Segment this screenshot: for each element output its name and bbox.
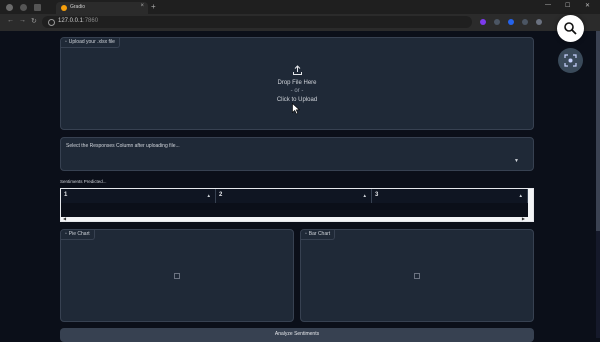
gradio-favicon-icon [61,5,67,11]
search-icon [564,22,577,35]
bar-chart-panel: ▫ Bar Chart [300,229,534,322]
sort-icon[interactable]: ▲ [363,193,367,198]
bar-chart-label: ▫ Bar Chart [301,230,336,240]
upload-icon [293,65,302,75]
empty-image-icon [174,272,180,279]
table-header-cell[interactable]: 2 ▲ [216,189,372,203]
table-header-cell[interactable]: 1 ▲ [61,189,216,203]
back-icon[interactable]: ← [7,17,14,24]
profile-icon[interactable] [6,4,13,11]
minimize-icon[interactable]: — [545,2,551,8]
header-label: 1 [64,192,68,198]
tab-actions-icon[interactable] [34,4,41,11]
browser-tab-title: Gradio [70,4,86,10]
browser-tab[interactable]: Gradio × [56,2,148,14]
pie-chart-panel: ▫ Pie Chart [60,229,294,322]
url-host: 127.0.0.1 [58,18,84,24]
drop-or-text: - or - [290,88,304,94]
scroll-right-icon[interactable]: ▶ [522,216,525,221]
drop-file-text: Drop File Here [277,80,317,86]
file-upload-dropzone[interactable]: ▫ Upload your .xlsx file Drop File Here -… [60,37,534,130]
table-header-cell[interactable]: 3 ▲ [372,189,528,203]
extension-icon[interactable] [480,19,486,25]
sentiments-table: 1 ▲ 2 ▲ 3 ▲ ◀ ▶ [60,188,534,222]
new-tab-icon[interactable]: + [151,2,156,11]
chart-icon: ▫ [65,231,67,237]
forward-icon[interactable]: → [19,17,26,24]
extension-icon[interactable] [536,19,542,25]
mouse-cursor-icon [292,103,300,115]
workspaces-icon[interactable] [20,4,27,11]
close-window-icon[interactable]: ✕ [585,2,590,9]
extension-icon[interactable] [494,19,500,25]
upload-label-text: Upload your .xlsx file [68,39,115,45]
sort-icon[interactable]: ▲ [519,193,523,198]
analyze-sentiments-button[interactable]: Analyze Sentiments [60,328,534,342]
extension-icon[interactable] [508,19,514,25]
maximize-icon[interactable]: ☐ [565,2,570,9]
scroll-left-icon[interactable]: ◀ [63,216,66,221]
dropdown-label: Select the Responses Column after upload… [66,143,180,149]
table-horizontal-scrollbar[interactable]: ◀ ▶ [61,216,533,221]
lens-button[interactable] [558,48,583,73]
close-tab-icon[interactable]: × [140,3,144,9]
address-bar[interactable]: 127.0.0.1:7860 [42,16,472,28]
lens-icon [564,54,577,67]
extension-icon[interactable] [522,19,528,25]
empty-image-icon [414,272,420,279]
response-column-dropdown[interactable]: Select the Responses Column after upload… [60,137,534,171]
zoom-button[interactable] [557,15,584,42]
pie-chart-label-text: Pie Chart [68,231,90,237]
sentiments-title: Sentiments Predicted... [60,179,107,184]
pie-chart-label: ▫ Pie Chart [61,230,95,240]
url-port: :7860 [83,18,99,24]
bar-chart-label-text: Bar Chart [308,231,331,237]
browser-tab-bar: Gradio × + — ☐ ✕ [0,0,600,14]
header-label: 2 [219,192,223,198]
upload-label: ▫ Upload your .xlsx file [61,38,120,48]
page-scrollbar-thumb[interactable] [596,31,600,231]
page-scrollbar[interactable] [596,31,600,338]
reload-icon[interactable]: ↻ [31,17,37,25]
chart-icon: ▫ [305,231,307,237]
url-text: 127.0.0.1:7860 [58,18,98,24]
header-label: 3 [375,192,379,198]
sort-icon[interactable]: ▲ [207,193,211,198]
file-icon: ▫ [65,39,67,45]
browser-toolbar: ← → ↻ 127.0.0.1:7860 [0,14,600,31]
site-info-icon[interactable] [48,19,55,26]
chevron-down-icon[interactable]: ▼ [514,158,519,164]
